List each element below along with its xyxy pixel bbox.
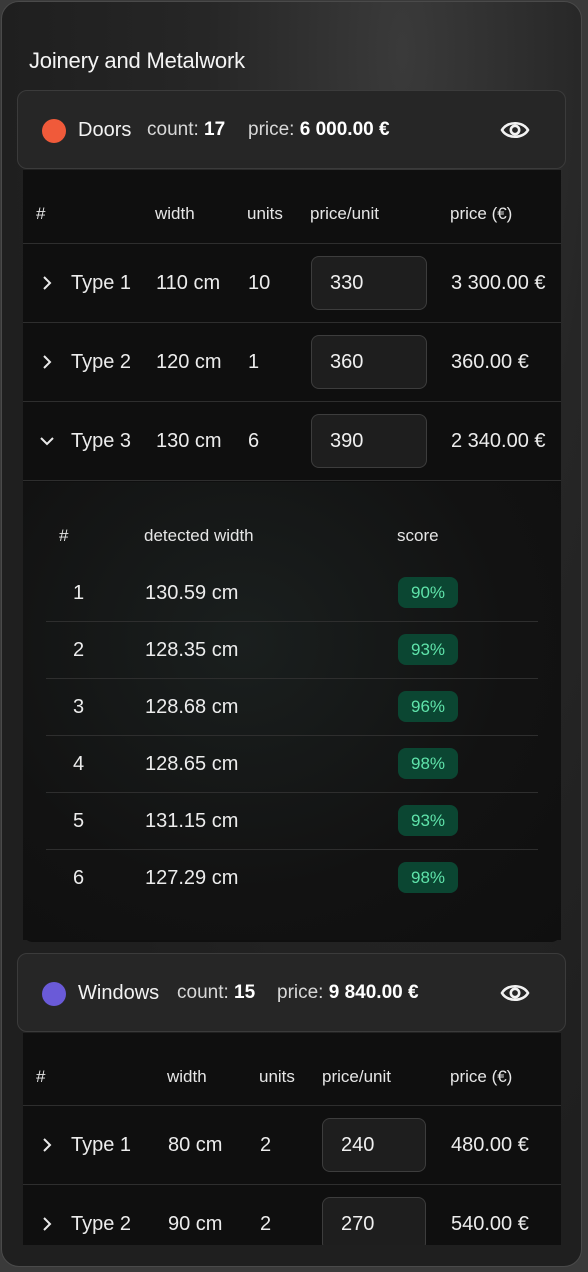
score-badge: 93% [398,634,458,665]
row-units: 10 [248,272,271,294]
row-price: 360.00 € [451,351,529,373]
row-type: Type 2 [71,1213,132,1235]
group-header-doors[interactable]: Doors count: 17 price: 6 000.00 € [17,90,566,169]
row-type: Type 1 [71,272,132,294]
group-header-windows[interactable]: Windows count: 15 price: 9 840.00 € [17,953,566,1032]
row-units: 6 [248,430,260,452]
detail-width: 128.68 cm [145,696,239,718]
list-item: 2 128.35 cm 93% [46,621,538,678]
price-unit-input[interactable] [311,256,427,310]
detail-width: 130.59 cm [145,582,239,604]
joinery-panel: Joinery and Metalwork Doors count: 17 pr… [1,1,582,1267]
row-units: 2 [260,1134,272,1156]
detail-number: 6 [73,867,85,889]
score-badge: 90% [398,577,458,608]
doors-price: price: 6 000.00 € [248,119,390,140]
col-header-width: width [167,1067,207,1086]
row-width: 110 cm [156,272,221,294]
price-unit-input[interactable] [322,1118,426,1172]
row-divider [23,1105,561,1106]
score-badge: 98% [398,862,458,893]
chevron-right-icon[interactable] [40,1217,54,1231]
panel-title: Joinery and Metalwork [29,48,245,73]
col-header-units: units [247,204,283,223]
group-name-doors: Doors [78,119,132,141]
detail-number: 5 [73,810,85,832]
sub-col-header-detected-width: detected width [144,526,254,545]
windows-count: count: 15 [177,982,256,1003]
windows-table: # width units price/unit price (€) Type … [23,1033,561,1245]
chevron-right-icon[interactable] [40,355,54,369]
price-unit-input[interactable] [322,1197,426,1245]
score-badge: 98% [398,748,458,779]
row-width: 80 cm [168,1134,223,1156]
detail-width: 128.65 cm [145,753,239,775]
col-header-price: price (€) [450,1067,513,1086]
col-header-number: # [36,204,46,223]
row-width: 130 cm [156,430,222,452]
doors-count: count: 17 [147,119,226,140]
eye-icon[interactable] [500,117,530,143]
detail-number: 2 [73,639,85,661]
list-item: 1 130.59 cm 90% [46,564,538,621]
chevron-down-icon[interactable] [40,434,54,448]
eye-icon[interactable] [500,980,530,1006]
row-type: Type 3 [71,430,132,452]
detail-number: 1 [73,582,85,604]
col-header-width: width [155,204,195,223]
price-unit-input[interactable] [311,414,427,468]
row-price: 2 340.00 € [451,430,546,452]
list-item: 5 131.15 cm 93% [46,792,538,849]
row-type: Type 2 [71,351,132,373]
doors-color-dot [42,119,66,143]
group-name-windows: Windows [78,982,160,1004]
row-divider [23,243,561,244]
score-badge: 96% [398,691,458,722]
row-units: 1 [248,351,260,373]
sub-col-header-number: # [59,526,69,545]
col-header-number: # [36,1067,46,1086]
row-divider [23,401,561,402]
row-width: 90 cm [168,1213,223,1235]
col-header-price: price (€) [450,204,513,223]
list-item: 3 128.68 cm 96% [46,678,538,735]
price-unit-input[interactable] [311,335,427,389]
col-header-price-unit: price/unit [322,1067,391,1086]
list-item: 6 127.29 cm 98% [46,849,538,906]
windows-price: price: 9 840.00 € [277,982,419,1003]
row-price: 540.00 € [451,1213,529,1235]
windows-color-dot [42,982,66,1006]
list-item: 4 128.65 cm 98% [46,735,538,792]
row-width: 120 cm [156,351,222,373]
detail-width: 128.35 cm [145,639,239,661]
detected-widths-subtable: # detected width score 1 130.59 cm 90% 2… [23,482,561,940]
col-header-units: units [259,1067,295,1086]
score-badge: 93% [398,805,458,836]
row-type: Type 1 [71,1134,132,1156]
sub-col-header-score: score [397,526,439,545]
chevron-right-icon[interactable] [40,276,54,290]
detail-number: 4 [73,753,85,775]
chevron-right-icon[interactable] [40,1138,54,1152]
row-price: 3 300.00 € [451,272,546,294]
detail-number: 3 [73,696,85,718]
row-divider [23,1184,561,1185]
detail-width: 131.15 cm [145,810,239,832]
col-header-price-unit: price/unit [310,204,379,223]
row-price: 480.00 € [451,1134,529,1156]
row-divider [23,322,561,323]
row-divider [23,480,561,481]
detail-width: 127.29 cm [145,867,239,889]
row-units: 2 [260,1213,272,1235]
